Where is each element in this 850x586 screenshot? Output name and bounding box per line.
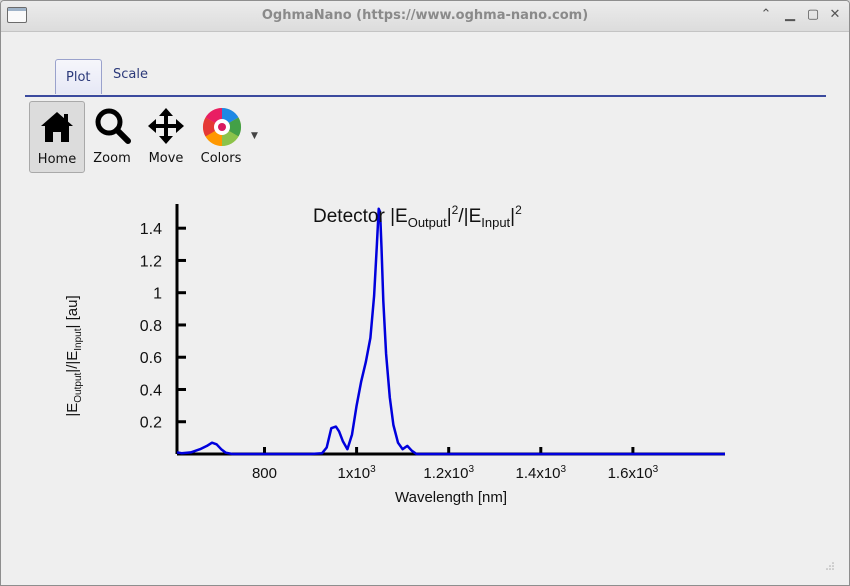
- y-tick-label: 0.4: [140, 382, 162, 399]
- colors-label: Colors: [200, 151, 242, 166]
- y-tick-label: 0.8: [140, 318, 162, 335]
- tab-plot[interactable]: Plot: [55, 59, 102, 94]
- zoom-label: Zoom: [93, 151, 131, 166]
- minimize-icon[interactable]: ▁: [782, 7, 798, 23]
- plot-area: 0.2 0.4 0.6 0.8 1 1.2 1.4 800 1x103 1.2x103 1.4x10…: [140, 204, 725, 482]
- y-tick-label: 1: [153, 286, 162, 303]
- colors-dropdown-icon[interactable]: ▼: [251, 131, 258, 141]
- y-tick-label: 0.2: [140, 415, 162, 432]
- home-button[interactable]: Home: [29, 101, 85, 173]
- home-icon: [41, 112, 73, 142]
- color-wheel-icon: [202, 107, 242, 147]
- app-window: OghmaNano (https://www.oghma-nano.com) ⌃…: [0, 0, 850, 586]
- series-line: [176, 207, 725, 456]
- home-label: Home: [37, 152, 77, 167]
- y-tick-label: 1.2: [140, 253, 162, 270]
- move-icon: [148, 108, 184, 144]
- x-tick-label: 800: [252, 465, 277, 482]
- x-tick-label: 1.2x103: [423, 464, 474, 482]
- y-tick-label: 1.4: [140, 221, 162, 238]
- y-axis-label: |EOutput|/|EInput| [au]: [64, 295, 84, 416]
- y-tick-label: 0.6: [140, 350, 162, 367]
- title-bar: OghmaNano (https://www.oghma-nano.com) ⌃…: [1, 1, 849, 32]
- x-tick-label: 1x103: [338, 464, 377, 482]
- tab-bar: Plot Scale: [25, 59, 825, 97]
- move-button[interactable]: Move: [139, 101, 193, 171]
- move-label: Move: [148, 151, 184, 166]
- x-tick-label: 1.6x103: [608, 464, 659, 482]
- resize-grip-icon[interactable]: [825, 561, 835, 571]
- x-tick-label: 1.4x103: [515, 464, 566, 482]
- zoom-button[interactable]: Zoom: [85, 101, 139, 171]
- x-axis-label: Wavelength [nm]: [395, 489, 507, 506]
- tab-scale[interactable]: Scale: [103, 59, 158, 93]
- chart: 0.2 0.4 0.6 0.8 1 1.2 1.4 800 1x103 1.2x103 1.4x10…: [64, 203, 725, 506]
- window-title: OghmaNano (https://www.oghma-nano.com): [261, 8, 589, 23]
- zoom-icon: [95, 108, 131, 144]
- close-icon[interactable]: ✕: [827, 7, 843, 23]
- collapse-icon[interactable]: ⌃: [758, 7, 774, 23]
- tab-divider: [25, 95, 826, 97]
- colors-button[interactable]: Colors: [194, 101, 248, 171]
- chart-title: Detector |EOutput|2/|EInput|2: [313, 203, 522, 230]
- maximize-icon[interactable]: ▢: [805, 7, 821, 23]
